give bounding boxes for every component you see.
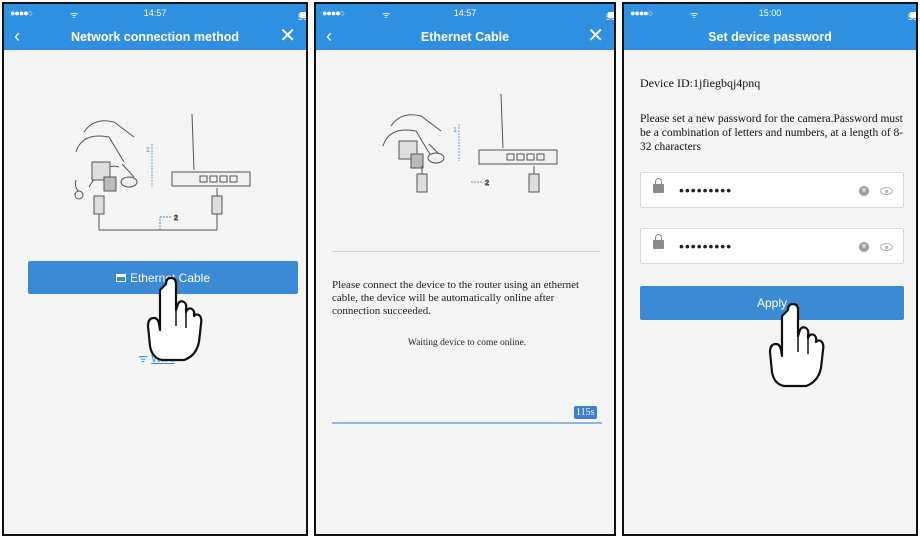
- diagram-label-2: 2: [485, 180, 489, 187]
- screen-network-connection-method: ●●●●○ ᯤ 14:57 59% ‹ Network connection m…: [2, 2, 308, 536]
- countdown-progress-bar: [332, 422, 602, 424]
- screen-set-device-password: ●●●●○ ᯤ 15:00 59% Set device password De…: [622, 2, 918, 536]
- divider: [332, 251, 600, 252]
- page-title: Network connection method: [70, 30, 240, 44]
- nav-bar: ‹ Ethernet Cable ✕: [316, 24, 614, 50]
- lock-icon: [653, 178, 664, 193]
- cable-1-label-group: 1: [146, 144, 153, 187]
- router-illustration: [171, 113, 251, 187]
- battery-icon: [608, 12, 614, 18]
- close-button[interactable]: ✕: [279, 26, 296, 46]
- instruction-text: Please connect the device to the router …: [332, 279, 580, 317]
- ethernet-cable-illustration: 2: [416, 166, 540, 193]
- nav-bar: ‹ Network connection method ✕: [4, 24, 306, 50]
- status-time: 14:57: [453, 8, 477, 18]
- camera-cable-illustration: [382, 114, 445, 169]
- page-title: Ethernet Cable: [420, 30, 510, 44]
- diagram-label-2: 2: [174, 215, 178, 222]
- password-field[interactable]: ••••••••• ✕: [640, 172, 904, 208]
- status-time: 15:00: [758, 8, 782, 18]
- pointing-hand-icon: [146, 276, 203, 362]
- ethernet-cable-illustration: 2: [93, 188, 223, 231]
- eye-icon[interactable]: [880, 187, 893, 195]
- status-bar: ●●●●○ ᯤ 14:57 59%: [4, 4, 306, 24]
- camera-cable-illustration: [74, 120, 138, 200]
- diagram-label-1: 1: [146, 147, 150, 154]
- lock-icon: [653, 234, 664, 249]
- router-illustration: [478, 93, 558, 165]
- confirm-password-value: •••••••••: [679, 238, 733, 254]
- clear-icon[interactable]: ✕: [859, 186, 869, 196]
- pointing-hand-icon: [768, 302, 825, 388]
- page-title: Set device password: [708, 30, 832, 44]
- eye-icon[interactable]: [880, 243, 893, 251]
- waiting-status: Waiting device to come online.: [407, 338, 527, 348]
- cable-1-label-group: 1: [453, 124, 460, 161]
- close-button[interactable]: ✕: [587, 26, 604, 46]
- diagram-label-1: 1: [453, 127, 457, 134]
- status-bar: ●●●●○ ᯤ 14:57 59%: [316, 4, 614, 24]
- nav-bar: Set device password: [624, 24, 916, 50]
- connection-diagram: 1 2: [382, 93, 558, 193]
- screen-ethernet-cable: ●●●●○ ᯤ 14:57 59% ‹ Ethernet Cable ✕ 1: [314, 2, 616, 536]
- battery-icon: [910, 12, 916, 18]
- connection-diagram: 1 2: [74, 113, 251, 231]
- battery-icon: [300, 12, 306, 18]
- monitor-icon: [115, 273, 126, 282]
- device-id-label: Device ID:1jfiegbqj4pnq: [640, 76, 761, 90]
- status-time: 14:57: [143, 8, 167, 18]
- confirm-password-field[interactable]: ••••••••• ✕: [640, 228, 904, 264]
- status-bar: ●●●●○ ᯤ 15:00 59%: [624, 4, 916, 24]
- password-instructions: Please set a new password for the camera…: [640, 113, 904, 153]
- clear-icon[interactable]: ✕: [859, 242, 869, 252]
- countdown-badge: 115s: [574, 406, 597, 419]
- password-value: •••••••••: [679, 182, 733, 198]
